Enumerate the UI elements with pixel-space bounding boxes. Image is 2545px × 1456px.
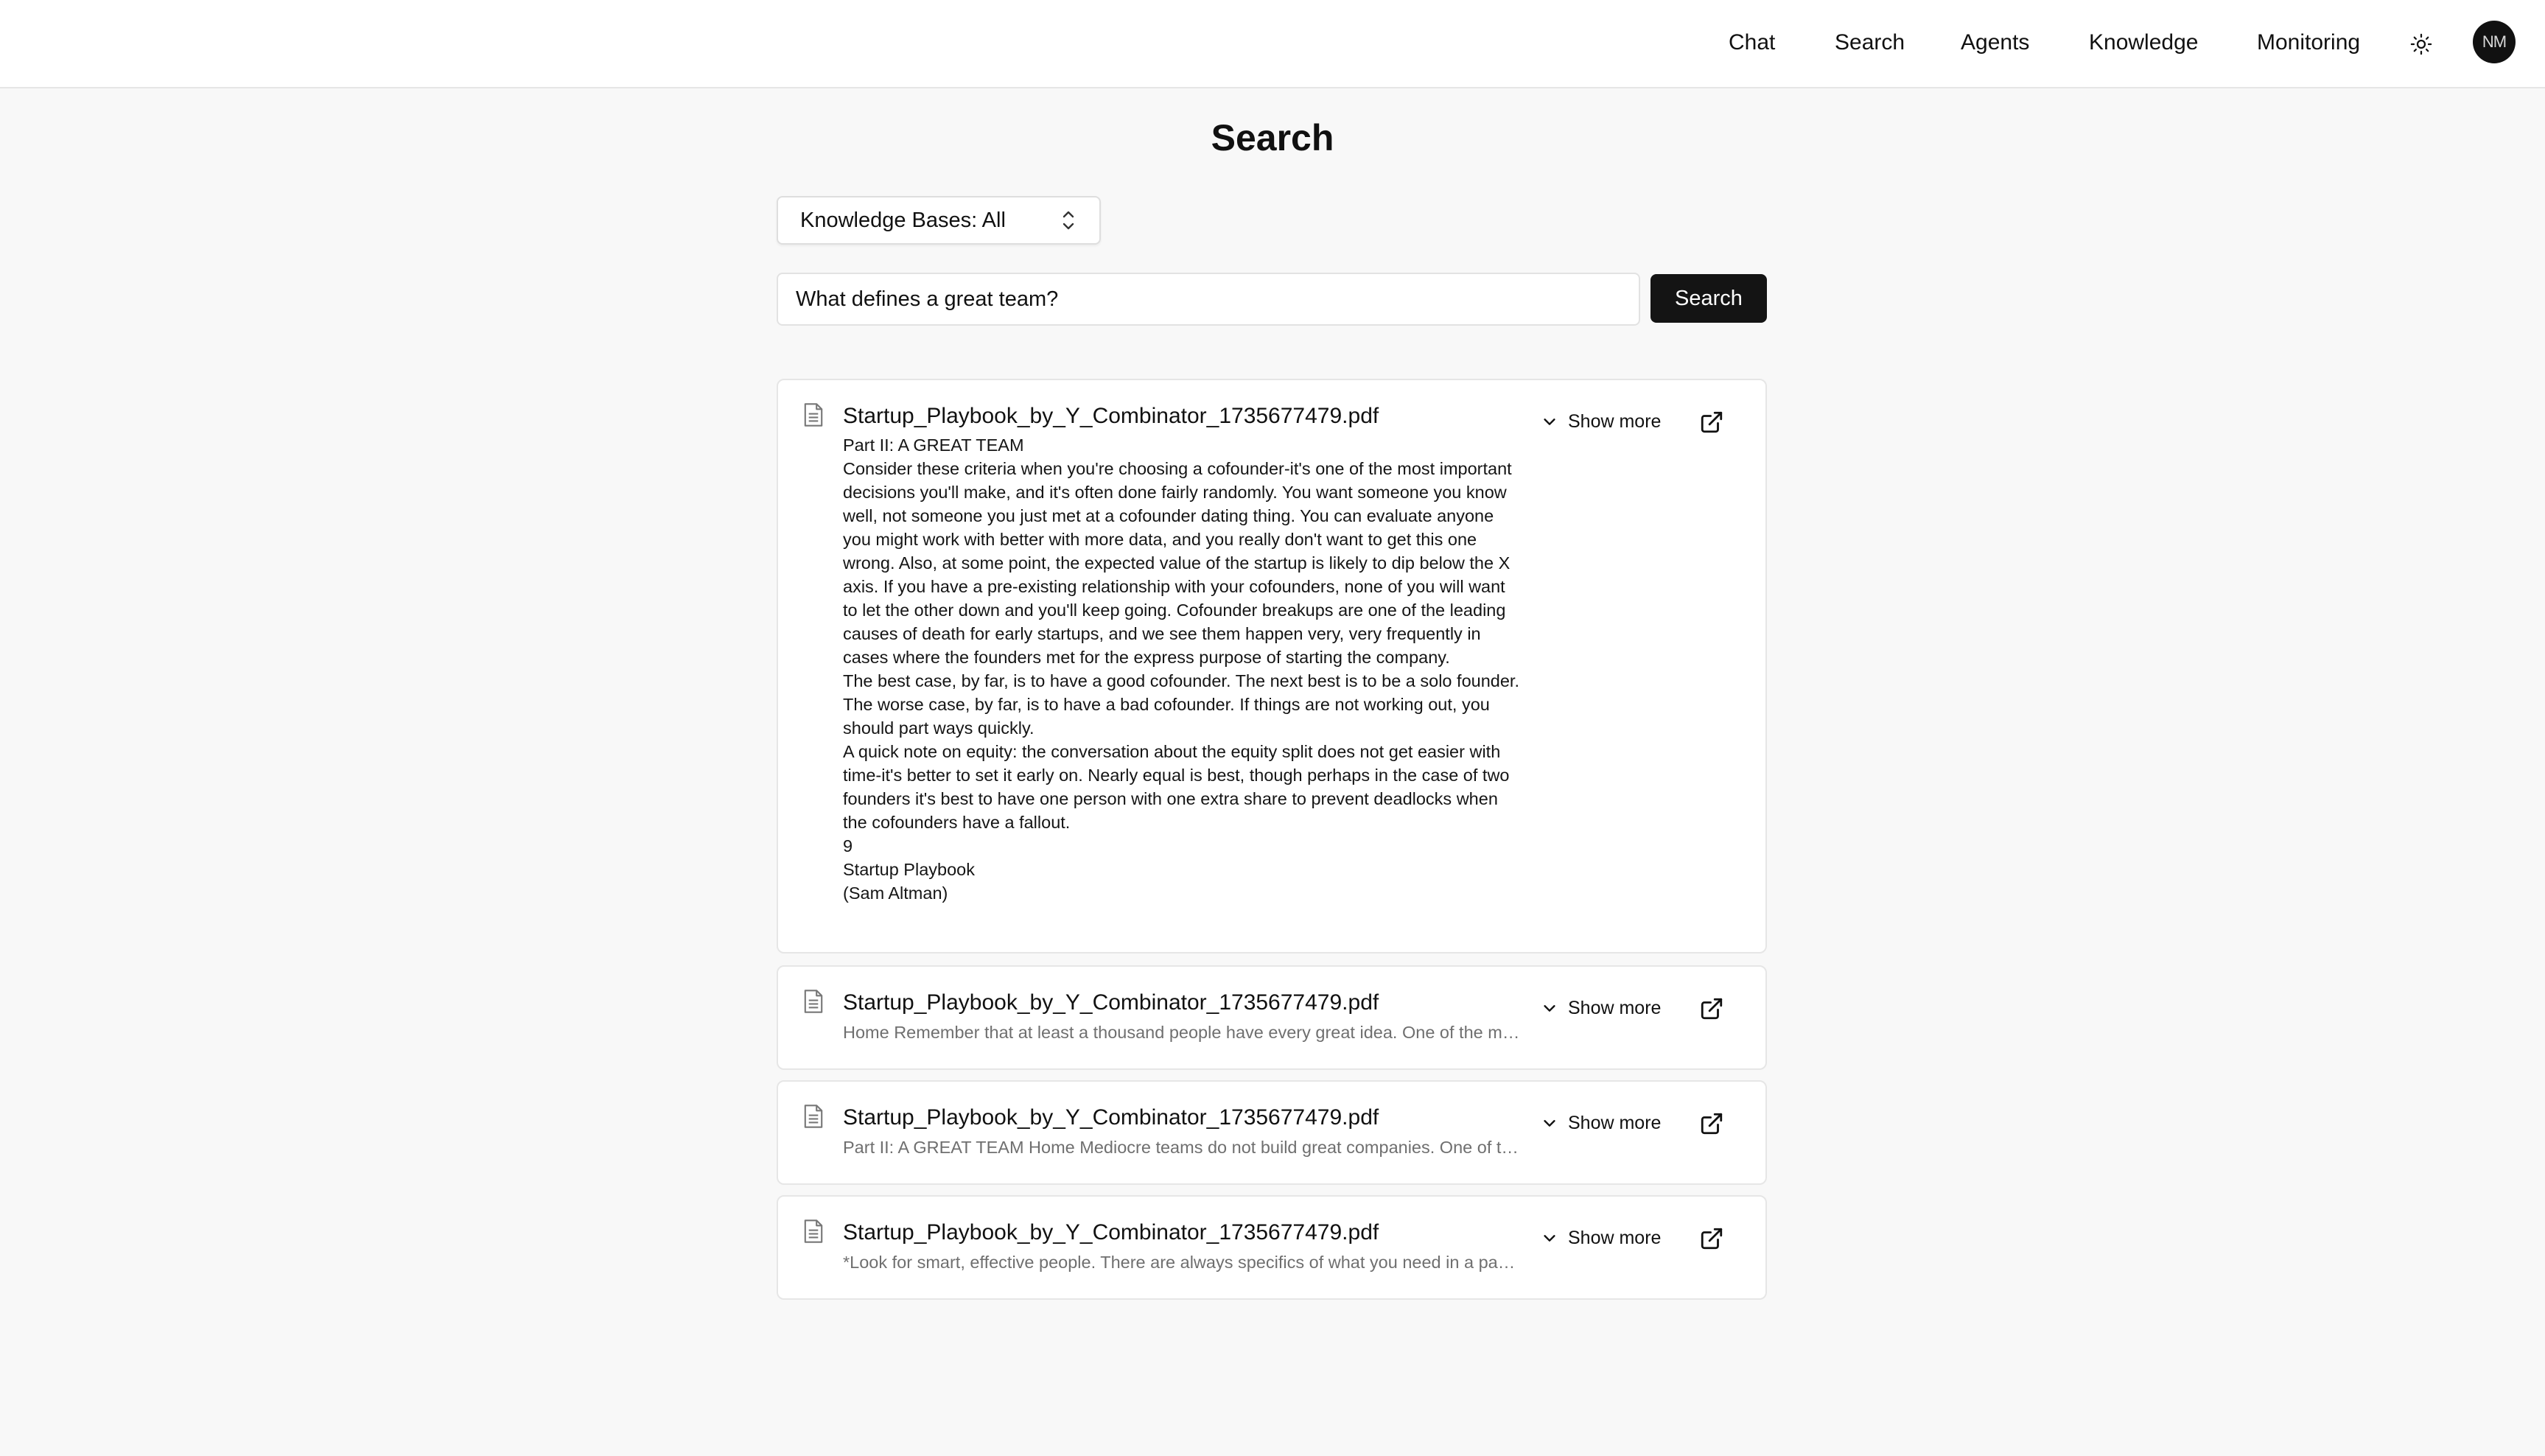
result-title[interactable]: Startup_Playbook_by_Y_Combinator_1735677… — [843, 990, 1379, 1015]
result-content: Part II: A GREAT TEAM Consider these cri… — [843, 433, 1521, 905]
search-result-card: Startup_Playbook_by_Y_Combinator_1735677… — [777, 379, 1767, 953]
document-icon — [804, 403, 823, 427]
show-more-label: Show more — [1568, 997, 1662, 1018]
result-title[interactable]: Startup_Playbook_by_Y_Combinator_1735677… — [843, 1105, 1379, 1130]
nav-link-monitoring[interactable]: Monitoring — [2257, 27, 2360, 59]
result-content-line: The best case, by far, is to have a good… — [843, 671, 1519, 738]
search-result-card: Startup_Playbook_by_Y_Combinator_1735677… — [777, 1080, 1767, 1185]
chevron-up-down-icon — [1063, 211, 1074, 230]
show-more-label: Show more — [1568, 1112, 1662, 1133]
result-title[interactable]: Startup_Playbook_by_Y_Combinator_1735677… — [843, 404, 1379, 429]
external-link-icon[interactable] — [1699, 410, 1724, 435]
top-nav-bar: Chat Search Agents Knowledge Monitoring … — [0, 0, 2545, 88]
external-link-icon[interactable] — [1699, 1226, 1724, 1251]
search-result-card: Startup_Playbook_by_Y_Combinator_1735677… — [777, 965, 1767, 1070]
user-avatar[interactable]: NM — [2473, 21, 2516, 63]
chevron-down-icon — [1544, 1120, 1555, 1127]
result-snippet: *Look for smart, effective people. There… — [843, 1253, 1521, 1272]
show-more-button[interactable]: Show more — [1541, 996, 1661, 1020]
result-content-line: Consider these criteria when you're choo… — [843, 459, 1512, 667]
result-title[interactable]: Startup_Playbook_by_Y_Combinator_1735677… — [843, 1220, 1379, 1245]
show-more-button[interactable]: Show more — [1541, 1226, 1661, 1250]
external-link-icon[interactable] — [1699, 1111, 1724, 1136]
sun-icon — [2410, 33, 2432, 55]
show-more-button[interactable]: Show more — [1541, 410, 1661, 433]
chevron-down-icon — [1544, 419, 1555, 425]
document-icon — [804, 1219, 823, 1243]
result-content-line: Part II: A GREAT TEAM — [843, 435, 1024, 455]
theme-toggle-button[interactable] — [2404, 27, 2439, 62]
nav-link-search[interactable]: Search — [1835, 27, 1905, 59]
document-icon — [804, 1105, 823, 1128]
result-content-line: (Sam Altman) — [843, 883, 948, 903]
search-input[interactable] — [777, 273, 1640, 326]
knowledge-base-select-label: Knowledge Bases: All — [800, 208, 1006, 232]
external-link-icon[interactable] — [1699, 996, 1724, 1021]
chevron-down-icon — [1544, 1005, 1555, 1012]
knowledge-base-select[interactable]: Knowledge Bases: All — [777, 196, 1101, 245]
chevron-down-icon — [1544, 1235, 1555, 1242]
show-more-button[interactable]: Show more — [1541, 1111, 1661, 1135]
result-snippet: Home Remember that at least a thousand p… — [843, 1023, 1521, 1042]
show-more-label: Show more — [1568, 410, 1662, 432]
nav-link-chat[interactable]: Chat — [1729, 27, 1775, 59]
nav-link-agents[interactable]: Agents — [1961, 27, 2029, 59]
document-icon — [804, 990, 823, 1013]
nav-link-knowledge[interactable]: Knowledge — [2089, 27, 2198, 59]
page-title: Search — [1211, 117, 1334, 158]
result-content-line: Startup Playbook — [843, 860, 975, 879]
search-result-card: Startup_Playbook_by_Y_Combinator_1735677… — [777, 1195, 1767, 1300]
search-button[interactable]: Search — [1650, 274, 1767, 323]
show-more-label: Show more — [1568, 1227, 1662, 1248]
result-content-line: 9 — [843, 836, 853, 855]
result-snippet: Part II: A GREAT TEAM Home Mediocre team… — [843, 1138, 1521, 1157]
result-content-line: A quick note on equity: the conversation… — [843, 742, 1510, 832]
